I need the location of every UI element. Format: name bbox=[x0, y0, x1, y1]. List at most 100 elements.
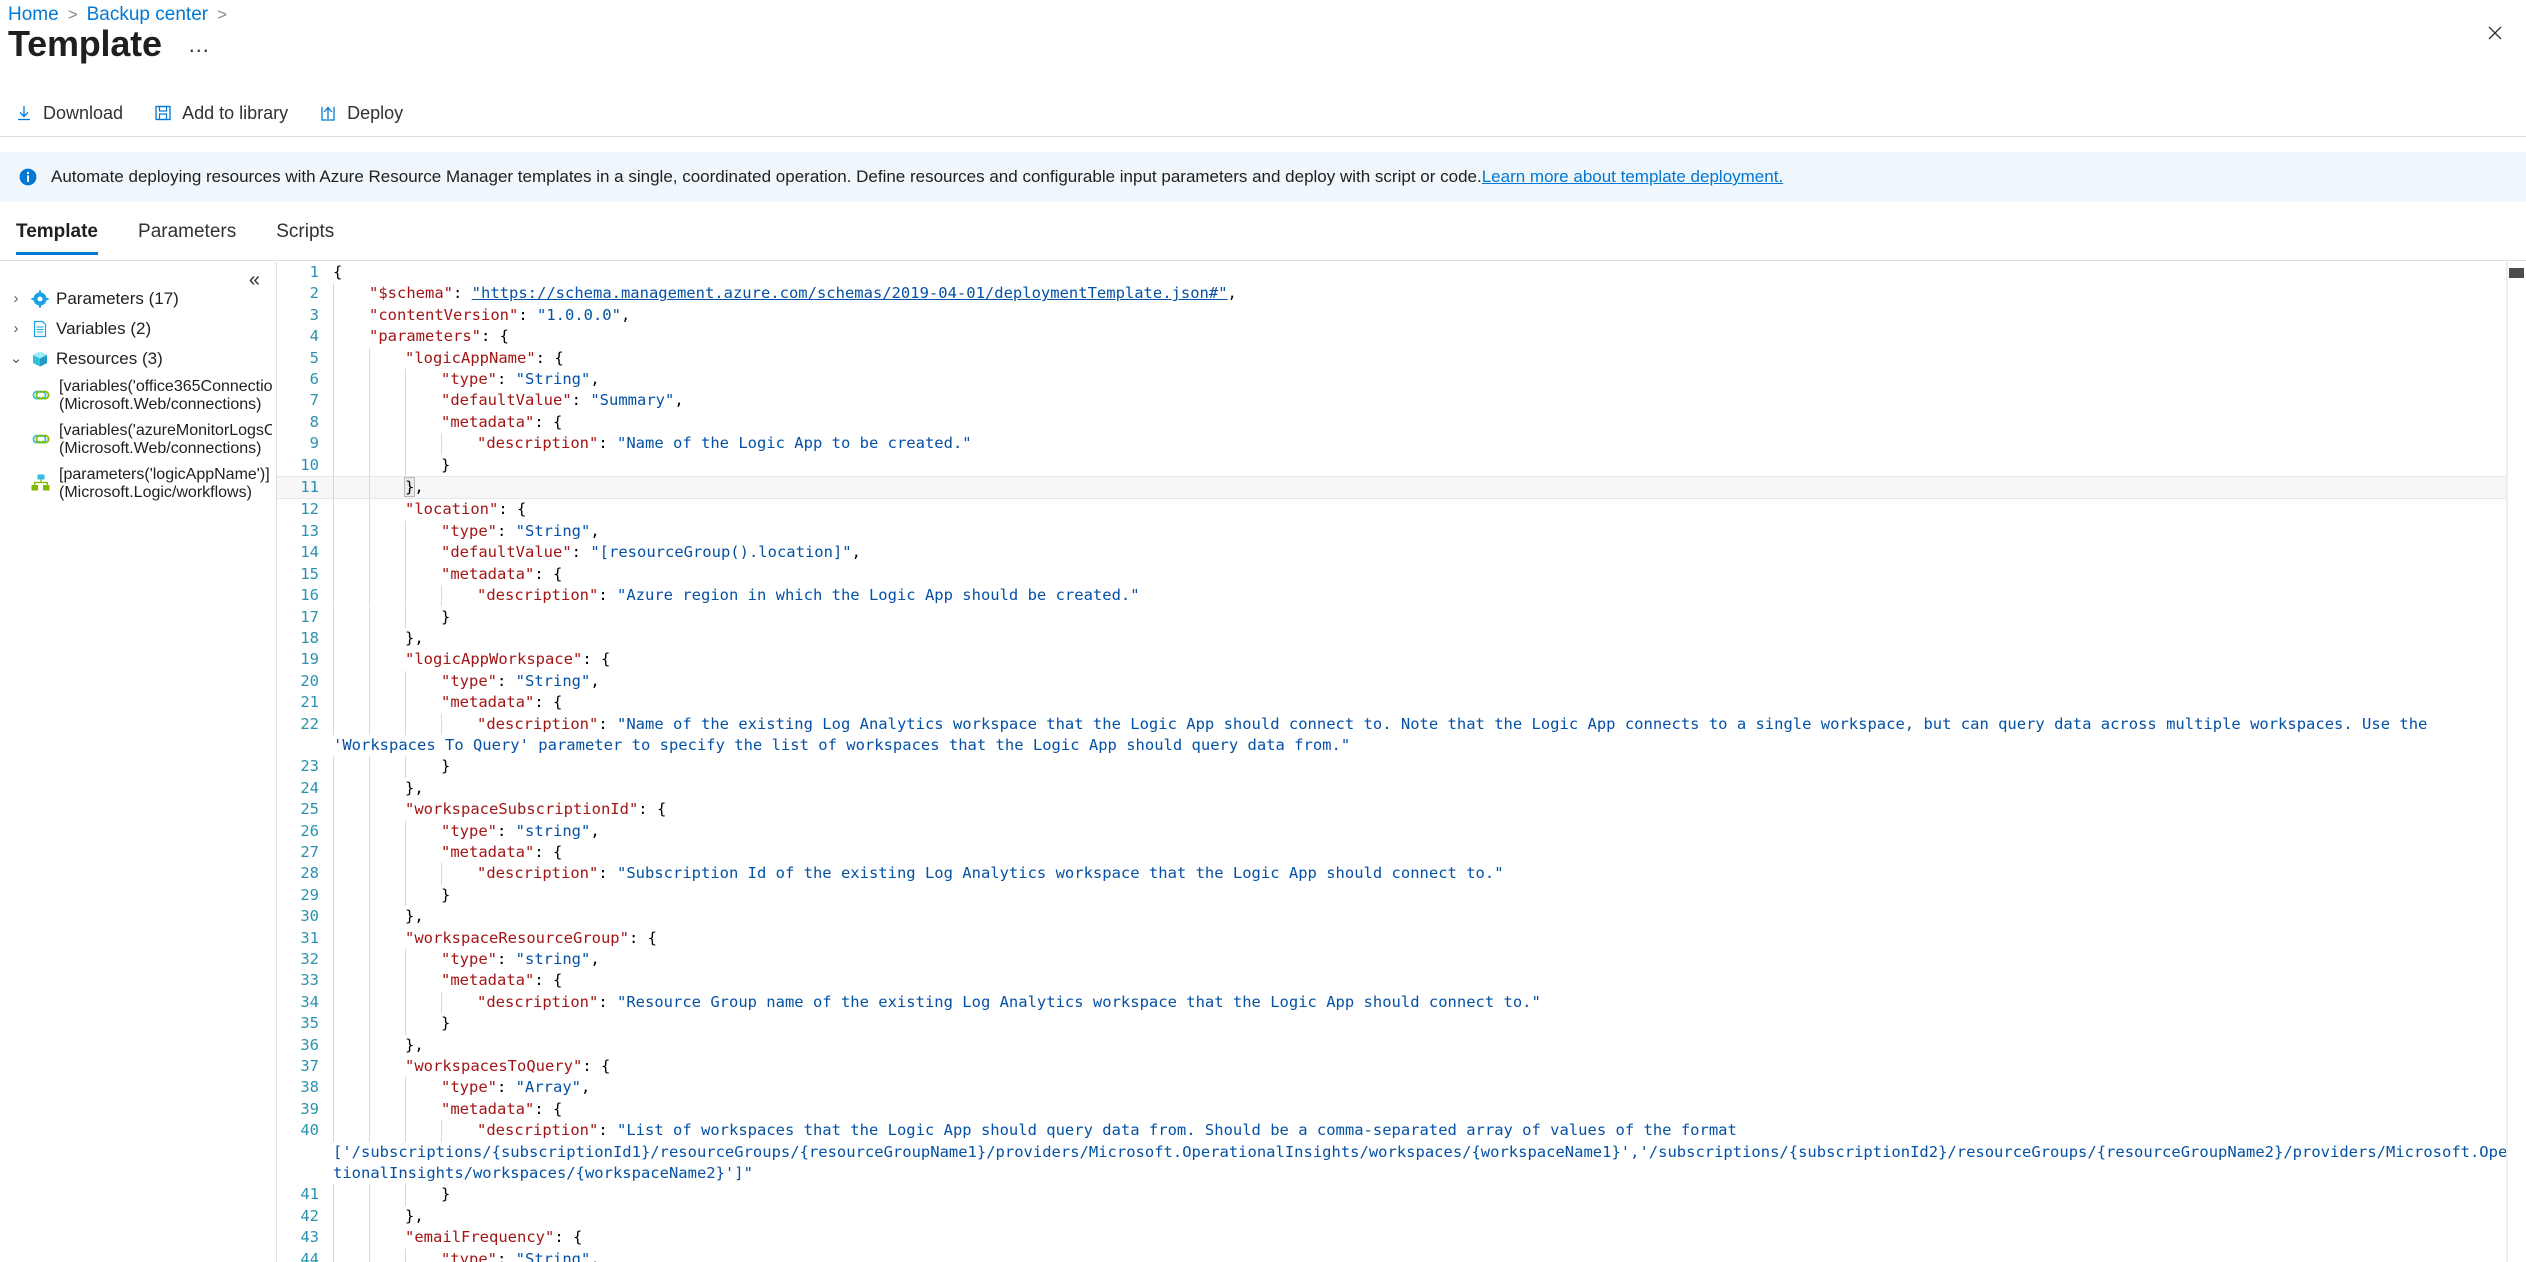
code-line[interactable]: 10 } bbox=[277, 454, 2526, 477]
code-line-text[interactable]: "metadata": { bbox=[333, 411, 2526, 434]
code-line[interactable]: 28 "description": "Subscription Id of th… bbox=[277, 863, 2526, 885]
code-line[interactable]: 34 "description": "Resource Group name o… bbox=[277, 991, 2526, 1014]
code-line[interactable]: 6 "type": "String", bbox=[277, 369, 2526, 391]
code-line[interactable]: 9 "description": "Name of the Logic App … bbox=[277, 433, 2526, 455]
code-line-text[interactable]: }, bbox=[333, 1205, 2526, 1228]
code-line-text[interactable]: "type": "String", bbox=[333, 670, 2526, 693]
code-line[interactable]: 32 "type": "string", bbox=[277, 949, 2526, 971]
code-line-text[interactable]: "description": "Resource Group name of t… bbox=[333, 991, 2526, 1014]
code-line[interactable]: 1{ bbox=[277, 262, 2526, 283]
code-line-text[interactable]: "type": "String", bbox=[333, 1248, 2526, 1262]
code-line[interactable]: 36 }, bbox=[277, 1034, 2526, 1057]
code-line[interactable]: 20 "type": "String", bbox=[277, 670, 2526, 693]
code-line-text[interactable]: "description": "Azure region in which th… bbox=[333, 585, 2526, 607]
code-line-text[interactable]: } bbox=[333, 606, 2526, 628]
deploy-button[interactable]: Deploy bbox=[314, 96, 417, 130]
code-line[interactable]: 41 } bbox=[277, 1184, 2526, 1206]
code-line[interactable]: 15 "metadata": { bbox=[277, 563, 2526, 586]
code-line-text[interactable]: "metadata": { bbox=[333, 692, 2526, 714]
code-line[interactable]: 26 "type": "string", bbox=[277, 820, 2526, 842]
tab-template[interactable]: Template bbox=[10, 215, 114, 255]
code-line[interactable]: 8 "metadata": { bbox=[277, 411, 2526, 434]
code-line[interactable]: 42 }, bbox=[277, 1205, 2526, 1228]
code-line[interactable]: 21 "metadata": { bbox=[277, 692, 2526, 714]
code-line-text[interactable]: "emailFrequency": { bbox=[333, 1227, 2526, 1249]
code-line[interactable]: 2 "$schema": "https://schema.management.… bbox=[277, 283, 2526, 305]
tab-scripts[interactable]: Scripts bbox=[270, 215, 350, 255]
code-line-text[interactable]: "description": "Subscription Id of the e… bbox=[333, 863, 2526, 885]
code-line-text[interactable]: } bbox=[333, 454, 2526, 477]
code-line[interactable]: 39 "metadata": { bbox=[277, 1098, 2526, 1121]
code-line[interactable]: 11 }, bbox=[277, 476, 2526, 500]
more-options-button[interactable]: … bbox=[182, 32, 217, 58]
code-line-text[interactable]: }, bbox=[333, 627, 2526, 650]
code-line[interactable]: 38 "type": "Array", bbox=[277, 1077, 2526, 1099]
code-line[interactable]: 40 "description": "List of workspaces th… bbox=[277, 1120, 2526, 1184]
add-to-library-button[interactable]: Add to library bbox=[149, 96, 302, 130]
code-line-text[interactable]: }, bbox=[333, 777, 2526, 800]
code-line[interactable]: 37 "workspacesToQuery": { bbox=[277, 1056, 2526, 1078]
code-line-text[interactable]: "location": { bbox=[333, 499, 2526, 521]
code-line[interactable]: 35 } bbox=[277, 1013, 2526, 1035]
code-line-text[interactable]: "metadata": { bbox=[333, 563, 2526, 586]
tab-parameters[interactable]: Parameters bbox=[132, 215, 252, 255]
code-line-text[interactable]: "workspacesToQuery": { bbox=[333, 1056, 2526, 1078]
code-line[interactable]: 14 "defaultValue": "[resourceGroup().loc… bbox=[277, 542, 2526, 564]
chevron-down-icon[interactable]: ⌄ bbox=[8, 349, 24, 369]
template-code-editor[interactable]: 1{2 "$schema": "https://schema.managemen… bbox=[276, 262, 2526, 1262]
chevron-right-icon[interactable]: › bbox=[8, 319, 24, 339]
code-line-text[interactable]: "type": "Array", bbox=[333, 1077, 2526, 1099]
code-line[interactable]: 3 "contentVersion": "1.0.0.0", bbox=[277, 304, 2526, 327]
code-line-text[interactable]: }, bbox=[333, 906, 2526, 928]
code-line[interactable]: 18 }, bbox=[277, 627, 2526, 650]
code-line[interactable]: 19 "logicAppWorkspace": { bbox=[277, 649, 2526, 671]
code-line-text[interactable]: "type": "String", bbox=[333, 369, 2526, 391]
code-line[interactable]: 31 "workspaceResourceGroup": { bbox=[277, 927, 2526, 949]
code-line-text[interactable]: "workspaceSubscriptionId": { bbox=[333, 799, 2526, 821]
code-line[interactable]: 30 }, bbox=[277, 906, 2526, 928]
code-line-text[interactable]: } bbox=[333, 756, 2526, 778]
code-line[interactable]: 29 } bbox=[277, 884, 2526, 907]
code-line[interactable]: 43 "emailFrequency": { bbox=[277, 1227, 2526, 1249]
code-line-text[interactable]: "logicAppName": { bbox=[333, 347, 2526, 370]
code-line[interactable]: 13 "type": "String", bbox=[277, 520, 2526, 543]
collapse-panel-button[interactable]: « bbox=[249, 270, 260, 290]
code-line-text[interactable]: "parameters": { bbox=[333, 326, 2526, 348]
code-line-text[interactable]: } bbox=[333, 1184, 2526, 1206]
tree-node-variables[interactable]: › Variables (2) bbox=[0, 314, 276, 344]
chevron-right-icon[interactable]: › bbox=[8, 289, 24, 309]
code-line[interactable]: 4 "parameters": { bbox=[277, 326, 2526, 348]
code-line-text[interactable]: "logicAppWorkspace": { bbox=[333, 649, 2526, 671]
code-line-text[interactable]: "defaultValue": "[resourceGroup().locati… bbox=[333, 542, 2526, 564]
tree-node-parameters[interactable]: › Parameters (17) bbox=[0, 284, 276, 314]
code-surface[interactable]: 1{2 "$schema": "https://schema.managemen… bbox=[277, 262, 2526, 1262]
code-line-text[interactable]: "defaultValue": "Summary", bbox=[333, 390, 2526, 412]
code-line-text[interactable]: "workspaceResourceGroup": { bbox=[333, 927, 2526, 949]
code-line-text[interactable]: "metadata": { bbox=[333, 1098, 2526, 1121]
code-line[interactable]: 22 "description": "Name of the existing … bbox=[277, 713, 2526, 757]
code-line-text[interactable]: } bbox=[333, 884, 2526, 907]
code-line-text[interactable]: "type": "string", bbox=[333, 820, 2526, 842]
code-line-text[interactable]: { bbox=[333, 262, 2526, 283]
learn-more-link[interactable]: Learn more about template deployment. bbox=[1482, 167, 1783, 187]
code-line-text[interactable]: "metadata": { bbox=[333, 841, 2526, 864]
download-button[interactable]: Download bbox=[10, 96, 137, 130]
code-line-text[interactable]: }, bbox=[333, 1034, 2526, 1057]
code-line-text[interactable]: "description": "Name of the Logic App to… bbox=[333, 433, 2526, 455]
code-line-text[interactable]: "type": "String", bbox=[333, 520, 2526, 543]
code-line-text[interactable]: "description": "Name of the existing Log… bbox=[333, 713, 2526, 757]
code-line[interactable]: 17 } bbox=[277, 606, 2526, 628]
code-line-text[interactable]: "type": "string", bbox=[333, 949, 2526, 971]
code-line[interactable]: 44 "type": "String", bbox=[277, 1248, 2526, 1262]
editor-scrollbar[interactable] bbox=[2507, 262, 2526, 1262]
code-line[interactable]: 5 "logicAppName": { bbox=[277, 347, 2526, 370]
scrollbar-thumb[interactable] bbox=[2509, 268, 2524, 278]
code-line-text[interactable]: "$schema": "https://schema.management.az… bbox=[333, 283, 2526, 305]
tree-node-resources[interactable]: ⌄ Resources (3) bbox=[0, 344, 276, 374]
code-line[interactable]: 24 }, bbox=[277, 777, 2526, 800]
code-line[interactable]: 7 "defaultValue": "Summary", bbox=[277, 390, 2526, 412]
code-line[interactable]: 33 "metadata": { bbox=[277, 970, 2526, 992]
tree-item-logic-app-workflow[interactable]: [parameters('logicAppName')] (Microsoft.… bbox=[0, 462, 276, 506]
code-line[interactable]: 12 "location": { bbox=[277, 499, 2526, 521]
code-line[interactable]: 25 "workspaceSubscriptionId": { bbox=[277, 799, 2526, 821]
